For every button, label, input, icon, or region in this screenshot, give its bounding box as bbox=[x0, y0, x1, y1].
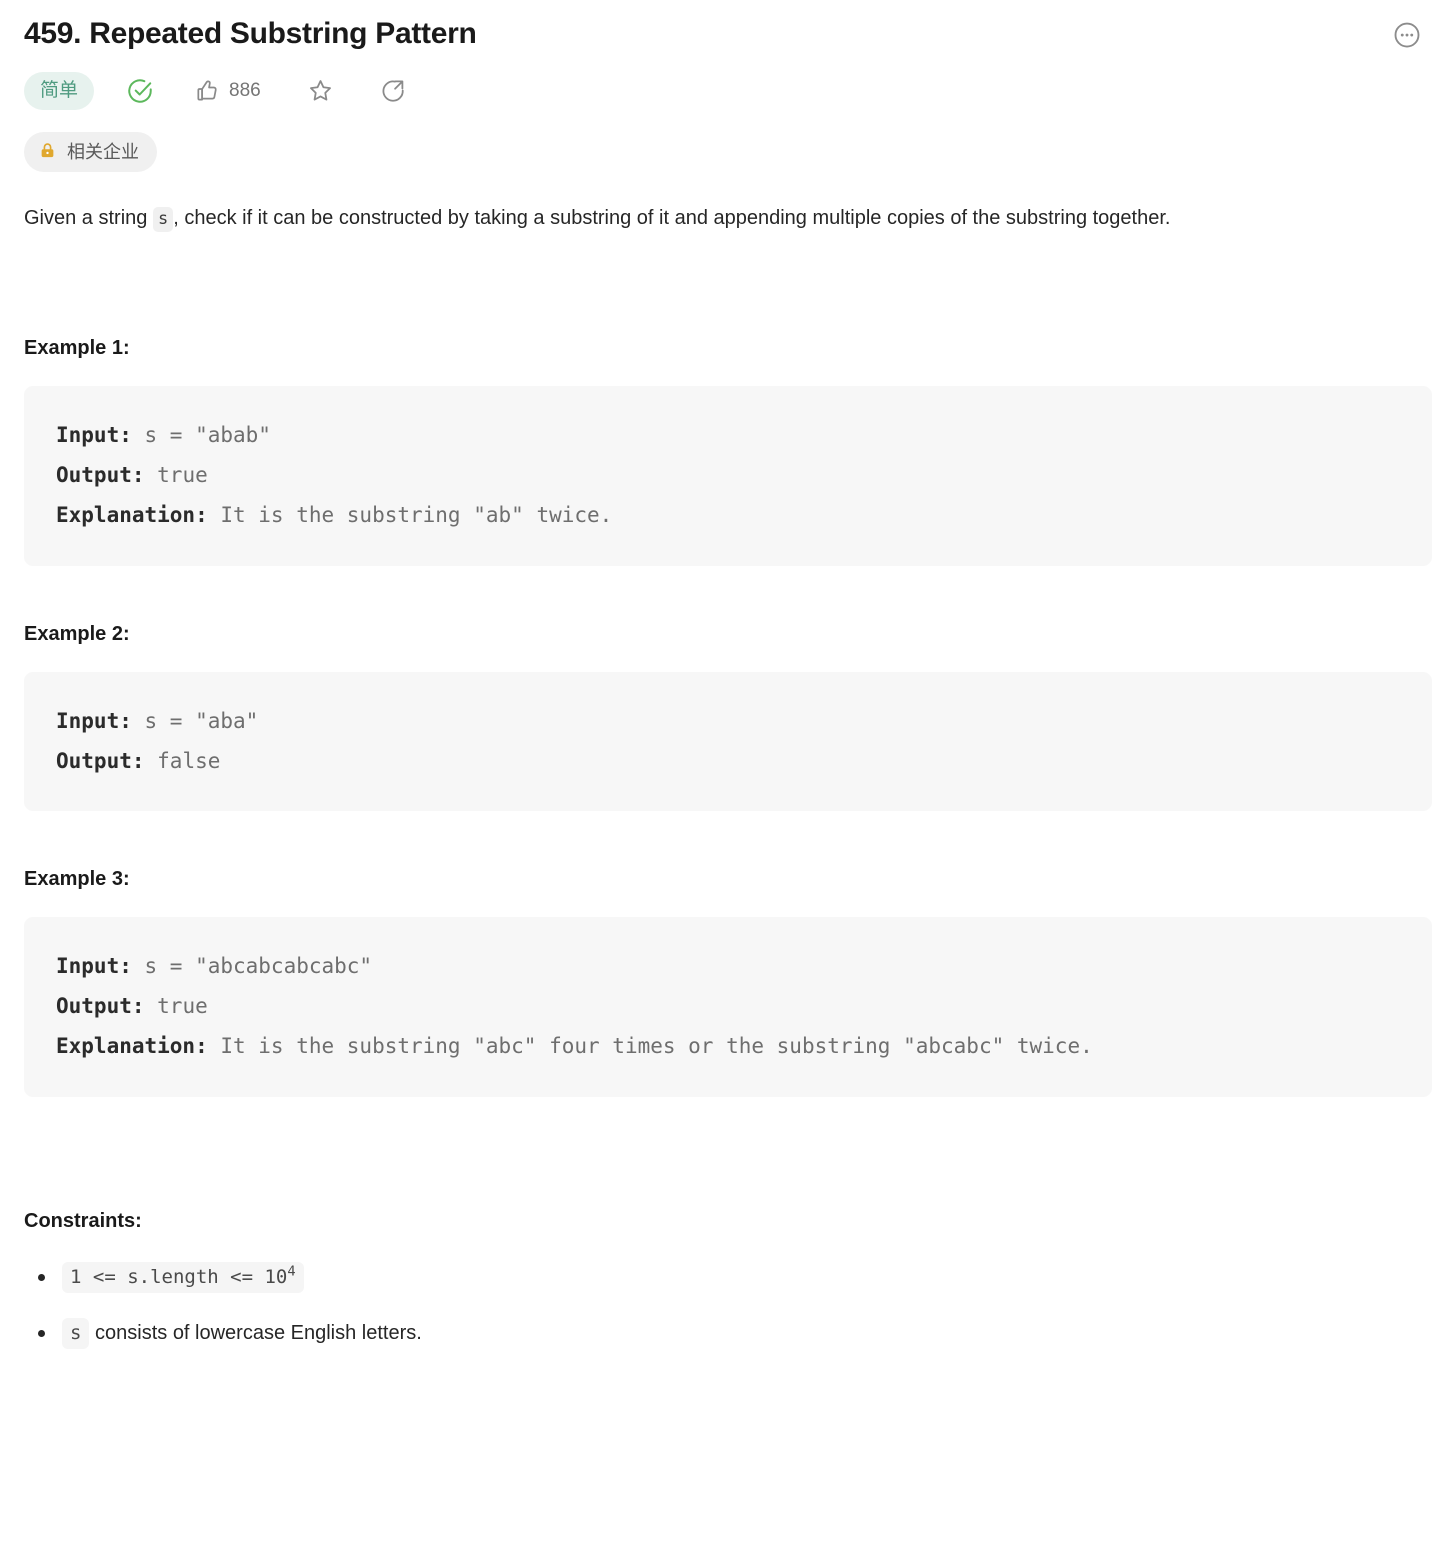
example-1-value-explanation: It is the substring "ab" twice. bbox=[207, 502, 613, 527]
problem-meta-row: 简单 886 bbox=[0, 71, 1432, 110]
problem-description-panel: 459. Repeated Substring Pattern 简单 886 相… bbox=[0, 0, 1432, 1552]
example-1-label-explanation: Explanation: bbox=[56, 502, 208, 527]
example-1-label-output: Output: bbox=[56, 462, 145, 487]
example-2-value-output: false bbox=[144, 748, 221, 773]
like-count: 886 bbox=[229, 80, 261, 102]
example-section-3: Example 3: Input: s = "abcabcabcabc" Out… bbox=[24, 865, 1432, 1098]
example-heading-1: Example 1: bbox=[24, 336, 130, 359]
example-2-label-output: Output: bbox=[56, 748, 145, 773]
thumbs-up-icon bbox=[194, 78, 220, 104]
example-heading-3: Example 3: bbox=[24, 868, 130, 891]
example-code-block-1: Input: s = "abab" Output: true Explanati… bbox=[24, 385, 1432, 566]
page-title: 459. Repeated Substring Pattern bbox=[24, 17, 477, 50]
constraint-item: s consists of lowercase English letters. bbox=[24, 1317, 1408, 1350]
constraints-section: Constraints: 1 <= s.length <= 104 s cons… bbox=[24, 1207, 1408, 1350]
constraint-code-base: 1 <= s.length <= 10 bbox=[70, 1266, 288, 1289]
inline-code-s: s bbox=[152, 206, 174, 232]
constraint-text: consists of lowercase English letters. bbox=[89, 1322, 422, 1345]
example-heading-2: Example 2: bbox=[24, 622, 130, 645]
related-companies-label: 相关企业 bbox=[67, 141, 139, 162]
example-2-label-input: Input: bbox=[56, 708, 132, 733]
constraints-heading: Constraints: bbox=[24, 1210, 142, 1233]
difficulty-badge[interactable]: 简单 bbox=[24, 71, 95, 110]
example-3-label-input: Input: bbox=[56, 954, 132, 979]
share-arrow-icon[interactable] bbox=[380, 77, 407, 104]
example-section-2: Example 2: Input: s = "aba" Output: fals… bbox=[24, 620, 1432, 812]
example-code-block-3: Input: s = "abcabcabcabc" Output: true E… bbox=[24, 917, 1432, 1098]
constraint-code-superscript: 4 bbox=[287, 1263, 296, 1280]
constraints-list: 1 <= s.length <= 104 s consists of lower… bbox=[24, 1261, 1408, 1350]
example-3-value-explanation: It is the substring "abc" four times or … bbox=[207, 1034, 1093, 1059]
problem-content: Given a string s, check if it can be con… bbox=[0, 202, 1432, 1350]
constraint-item: 1 <= s.length <= 104 bbox=[24, 1261, 1408, 1294]
example-2-value-input: s = "aba" bbox=[131, 708, 259, 733]
example-3-label-output: Output: bbox=[56, 994, 145, 1019]
example-3-value-input: s = "abcabcabcabc" bbox=[131, 954, 373, 979]
example-1-value-input: s = "abab" bbox=[131, 422, 271, 447]
example-code-block-2: Input: s = "aba" Output: false bbox=[24, 671, 1432, 812]
example-section-1: Example 1: Input: s = "abab" Output: tru… bbox=[24, 334, 1432, 566]
description-part-1: Given a string bbox=[24, 206, 153, 229]
company-tag-row: 相关企业 bbox=[0, 131, 1432, 172]
constraint-code-s: s bbox=[62, 1318, 90, 1350]
star-outline-icon[interactable] bbox=[307, 77, 334, 104]
like-button[interactable]: 886 bbox=[194, 78, 261, 104]
problem-description: Given a string s, check if it can be con… bbox=[24, 202, 1408, 234]
more-ellipsis-circle-icon[interactable] bbox=[1392, 20, 1422, 50]
title-row: 459. Repeated Substring Pattern bbox=[0, 14, 1432, 54]
constraint-code-length: 1 <= s.length <= 104 bbox=[62, 1262, 304, 1294]
circle-check-icon[interactable] bbox=[126, 77, 154, 105]
example-1-value-output: true bbox=[144, 462, 208, 487]
content-spacer-2 bbox=[24, 1097, 1408, 1153]
lock-icon bbox=[38, 141, 57, 163]
example-1-label-input: Input: bbox=[56, 422, 132, 447]
description-part-2: , check if it can be constructed by taki… bbox=[173, 206, 1171, 229]
example-3-value-output: true bbox=[144, 994, 208, 1019]
example-3-label-explanation: Explanation: bbox=[56, 1034, 208, 1059]
related-companies-tag[interactable]: 相关企业 bbox=[24, 131, 157, 172]
